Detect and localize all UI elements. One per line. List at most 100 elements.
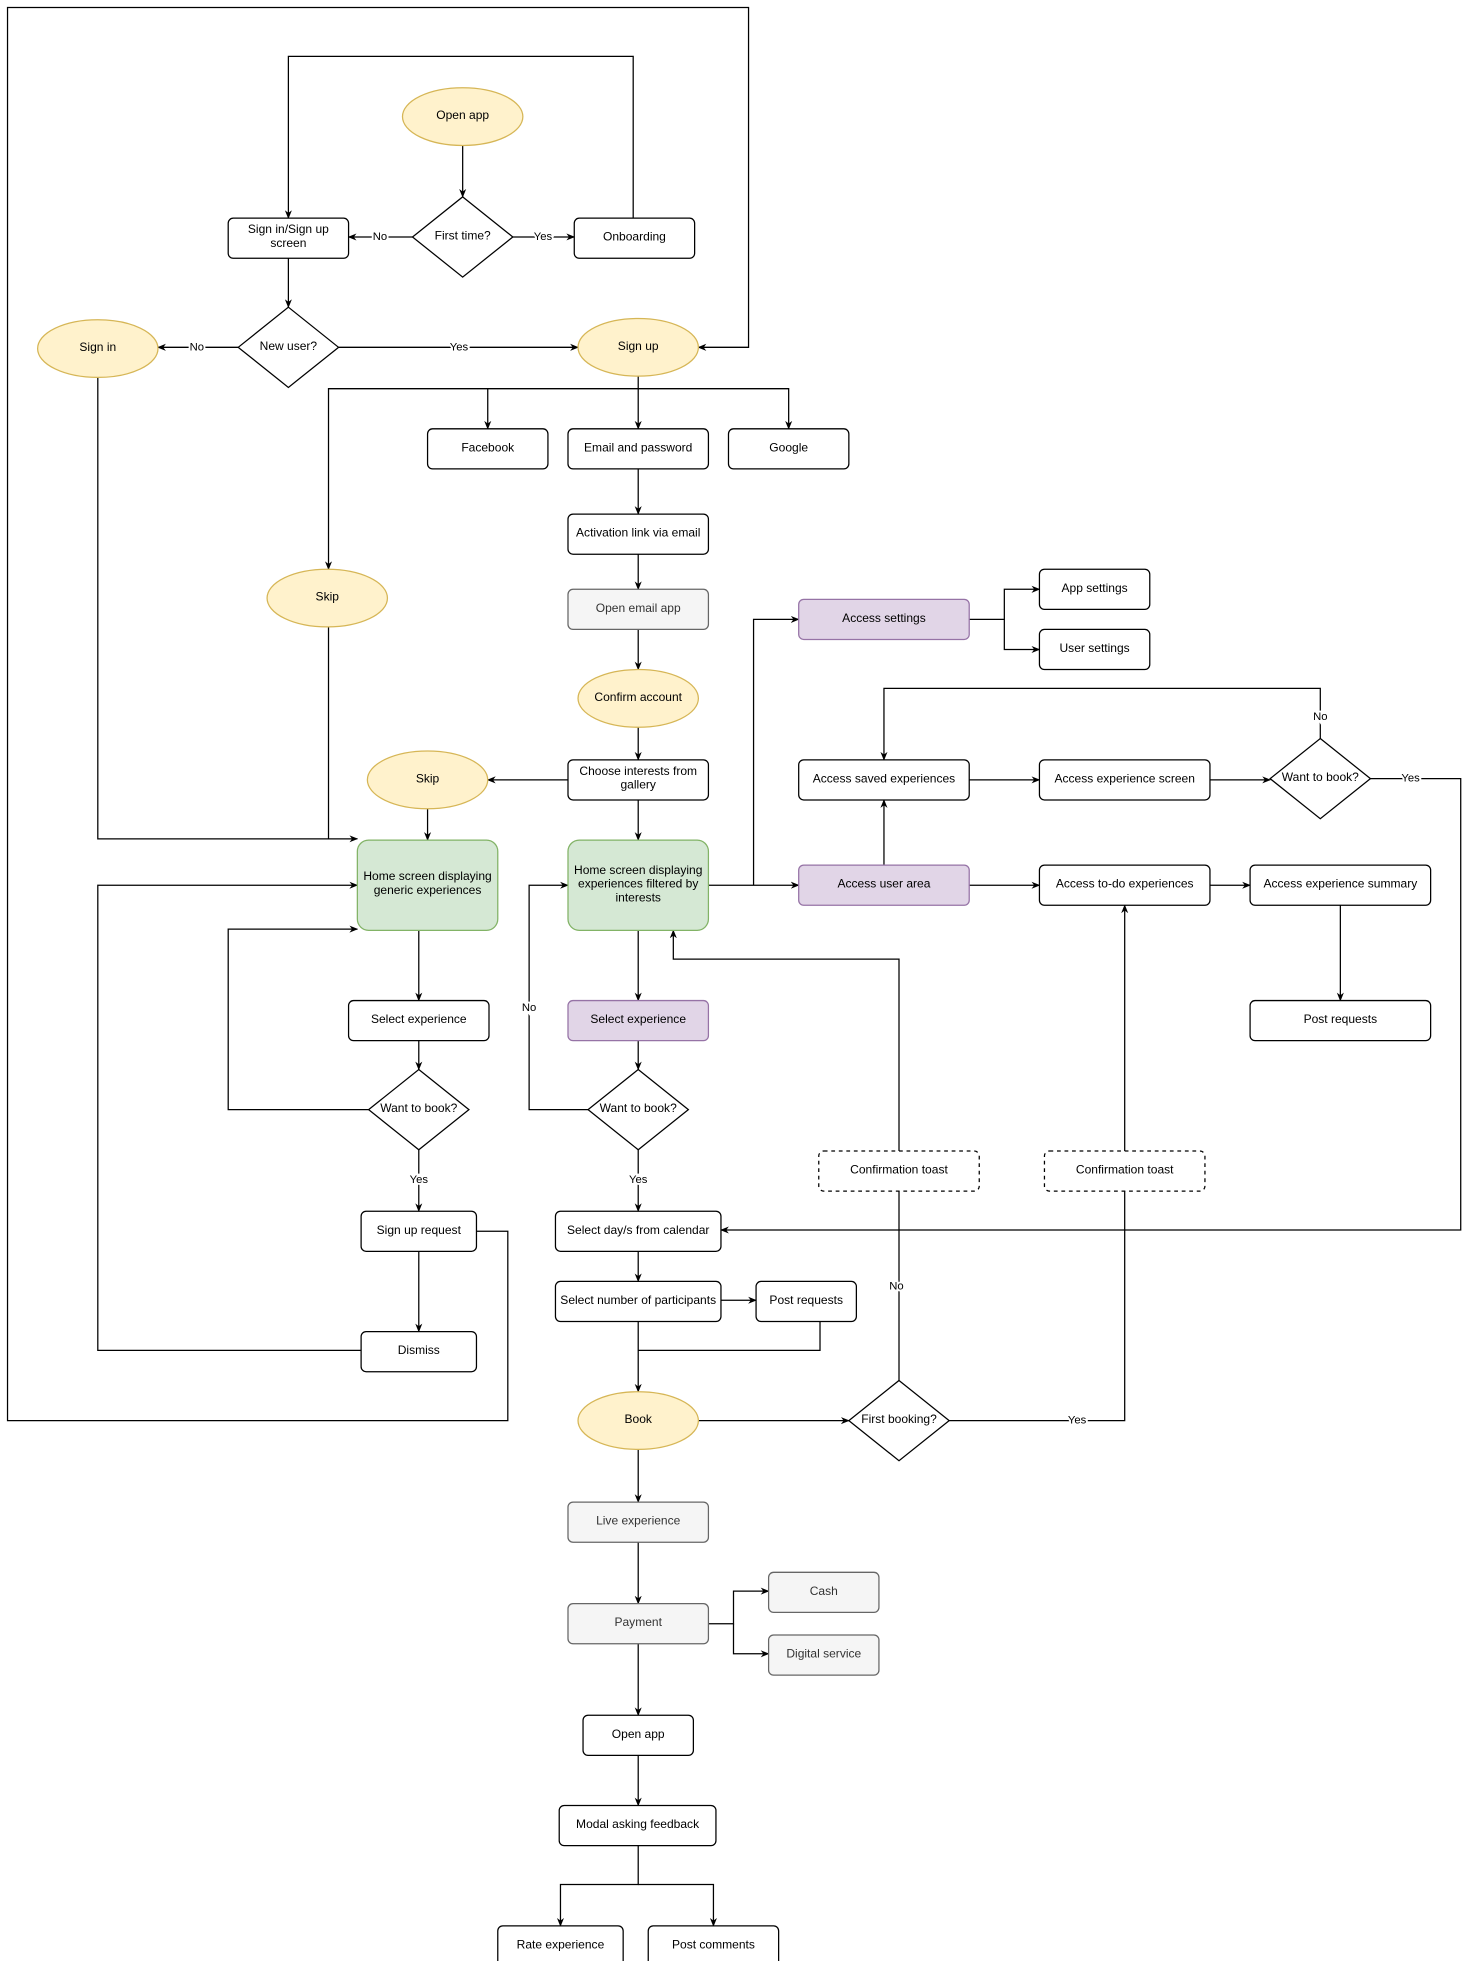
node-label: Access experience screen <box>1054 771 1195 786</box>
node-modal-feedback[interactable]: Modal asking feedback <box>558 1804 717 1847</box>
node-label: Home screen displaying generic experienc… <box>363 870 492 898</box>
node-open-app-2[interactable]: Open app <box>582 1714 695 1756</box>
node-new-user[interactable]: New user? <box>237 306 340 389</box>
node-label: Cash <box>809 1584 838 1599</box>
node-digital-service[interactable]: Digital service <box>767 1634 880 1676</box>
user-flow-diagram: No Yes No Yes Yes No Yes No Yes No Yes Open app Fir… <box>6 6 1462 1961</box>
node-toast-1[interactable]: Confirmation toast <box>818 1150 980 1192</box>
node-open-app[interactable]: Open app <box>401 87 524 147</box>
node-dismiss[interactable]: Dismiss <box>360 1330 478 1373</box>
node-label-container: Want to book? <box>380 1101 458 1116</box>
node-select-experience-2[interactable]: Select experience <box>567 999 710 1042</box>
node-label-container: Post comments <box>672 1938 755 1952</box>
node-label-container: User settings <box>1059 641 1130 656</box>
node-label-container: Select experience <box>590 1012 686 1026</box>
node-label-container: Post requests <box>1303 1012 1378 1027</box>
connector-label-first-time-yes: Yes <box>534 231 553 243</box>
node-select-days[interactable]: Select day/s from calendar <box>554 1210 722 1252</box>
flow-nodes: Open app First time? Sign in/Sign up scree… <box>36 87 1432 1961</box>
node-label: Digital service <box>786 1646 862 1661</box>
node-label-container: Sign in <box>79 340 116 354</box>
node-signup-request[interactable]: Sign up request <box>360 1210 478 1252</box>
node-label: Email and password <box>584 440 693 455</box>
node-first-booking[interactable]: First booking? <box>847 1379 951 1462</box>
node-label: Home screen displaying experiences filte… <box>574 863 703 905</box>
node-label: Want to book? <box>1281 770 1359 785</box>
node-label-container: New user? <box>260 339 318 353</box>
node-label: Want to book? <box>599 1101 677 1116</box>
node-label: Open app <box>436 108 490 123</box>
node-label-container: Sign up request <box>376 1223 461 1237</box>
node-label-container: Open email app <box>596 601 681 615</box>
connector-label-first-booking-yes: Yes <box>1068 1415 1087 1427</box>
node-want-book-2[interactable]: Want to book? <box>587 1068 690 1151</box>
node-label: Access user area <box>837 877 931 891</box>
node-select-experience-1[interactable]: Select experience <box>347 999 490 1042</box>
node-onboarding[interactable]: Onboarding <box>573 217 696 259</box>
node-open-email[interactable]: Open email app <box>567 588 710 631</box>
node-label: Access to-do experiences <box>1055 877 1194 891</box>
node-user-settings[interactable]: User settings <box>1038 628 1151 671</box>
node-saved-experiences[interactable]: Access saved experiences <box>798 759 970 801</box>
node-label: Open app <box>611 1727 665 1741</box>
node-label: App settings <box>1061 581 1128 595</box>
node-label-container: Sign up <box>617 339 659 353</box>
node-label: Sign in/Sign up screen <box>247 223 329 251</box>
node-skip-1[interactable]: Skip <box>266 568 389 628</box>
node-label: Access saved experiences <box>812 771 956 786</box>
node-label: Want to book? <box>380 1101 458 1116</box>
node-label-container: Facebook <box>461 441 514 455</box>
node-experience-summary[interactable]: Access experience summary <box>1249 864 1432 906</box>
node-want-book-1[interactable]: Want to book? <box>367 1068 470 1151</box>
node-participants[interactable]: Select number of participants <box>554 1280 722 1323</box>
node-sign-in[interactable]: Sign in <box>36 318 159 379</box>
node-cash[interactable]: Cash <box>767 1571 880 1614</box>
connector-arrow <box>638 1883 717 1927</box>
connector-label-first-booking-no: No <box>889 1280 903 1292</box>
node-user-area[interactable]: Access user area <box>798 864 970 906</box>
node-post-requests-1[interactable]: Post requests <box>755 1280 858 1323</box>
node-label-container: Live experience <box>596 1514 681 1528</box>
node-first-time[interactable]: First time? <box>411 196 514 278</box>
node-label-container: Sign in/Sign up screen <box>247 223 329 251</box>
connector-arrow <box>752 615 800 886</box>
node-confirm-account[interactable]: Confirm account <box>577 668 700 728</box>
node-label: Modal asking feedback <box>576 1817 700 1832</box>
node-app-settings[interactable]: App settings <box>1038 568 1151 610</box>
node-sign-up[interactable]: Sign up <box>577 317 700 377</box>
node-label: Access settings <box>842 611 926 626</box>
node-label: Live experience <box>596 1514 681 1528</box>
node-rate-experience[interactable]: Rate experience <box>497 1925 624 1961</box>
node-label: User settings <box>1059 641 1130 656</box>
node-google[interactable]: Google <box>727 428 850 470</box>
node-experience-screen[interactable]: Access experience screen <box>1038 759 1211 801</box>
connectors <box>6 6 1462 1927</box>
node-label-container: Select day/s from calendar <box>567 1223 709 1237</box>
node-skip-2[interactable]: Skip <box>366 750 489 810</box>
node-live-experience[interactable]: Live experience <box>567 1501 710 1543</box>
node-facebook[interactable]: Facebook <box>426 428 549 470</box>
node-choose-interests[interactable]: Choose interests from gallery <box>567 759 710 801</box>
node-post-comments[interactable]: Post comments <box>647 1925 780 1961</box>
node-label-container: Book <box>624 1412 652 1427</box>
node-label: Sign up <box>617 339 659 353</box>
node-label-container: Select experience <box>371 1012 467 1026</box>
node-activation[interactable]: Activation link via email <box>567 513 710 555</box>
node-home-filtered[interactable]: Home screen displaying experiences filte… <box>567 839 710 931</box>
node-todo-experiences[interactable]: Access to-do experiences <box>1038 864 1211 906</box>
node-home-generic[interactable]: Home screen displaying generic experienc… <box>356 839 499 931</box>
connector-label-first-time-no: No <box>373 231 387 243</box>
node-label-container: Confirmation toast <box>1076 1163 1174 1177</box>
node-label-container: Access to-do experiences <box>1055 877 1194 891</box>
node-payment[interactable]: Payment <box>567 1602 710 1645</box>
node-access-settings[interactable]: Access settings <box>798 598 970 641</box>
node-toast-2[interactable]: Confirmation toast <box>1043 1150 1206 1192</box>
node-email-password[interactable]: Email and password <box>567 428 710 470</box>
node-want-book-3[interactable]: Want to book? <box>1269 737 1372 820</box>
node-label: Post requests <box>1303 1012 1378 1027</box>
node-post-requests-2[interactable]: Post requests <box>1249 999 1432 1042</box>
node-label: Book <box>624 1412 652 1427</box>
node-book[interactable]: Book <box>577 1391 700 1451</box>
node-signin-screen[interactable]: Sign in/Sign up screen <box>227 217 350 259</box>
node-label: Sign up request <box>376 1223 461 1237</box>
